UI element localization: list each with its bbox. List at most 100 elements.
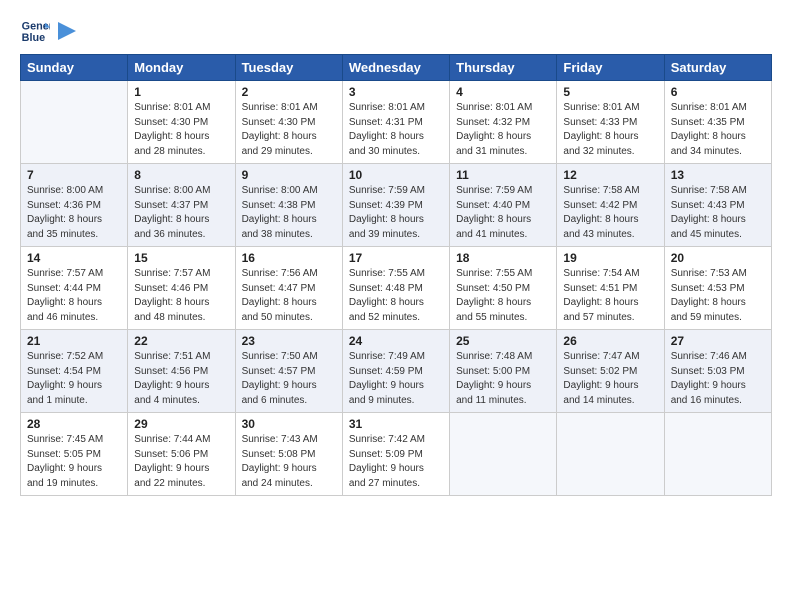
day-info: Sunrise: 7:56 AMSunset: 4:47 PMDaylight:…	[242, 267, 336, 325]
col-header-thursday: Thursday	[450, 55, 557, 81]
day-number: 26	[563, 334, 657, 348]
day-number: 25	[456, 334, 550, 348]
day-number: 17	[349, 251, 443, 265]
calendar-week-row: 7Sunrise: 8:00 AMSunset: 4:36 PMDaylight…	[21, 164, 772, 247]
calendar-cell: 27 Sunrise: 7:46 AMSunset: 5:03 PMDayligh…	[664, 330, 771, 413]
day-info: Sunrise: 7:54 AMSunset: 4:51 PMDaylight:…	[563, 267, 657, 325]
calendar-cell: 19 Sunrise: 7:54 AMSunset: 4:51 PMDayligh…	[557, 247, 664, 330]
col-header-wednesday: Wednesday	[342, 55, 449, 81]
day-info: Sunrise: 7:58 AMSunset: 4:43 PMDaylight:…	[671, 184, 765, 242]
day-number: 11	[456, 168, 550, 182]
page-header: General Blue	[20, 16, 772, 46]
day-number: 9	[242, 168, 336, 182]
calendar-header-row: SundayMondayTuesdayWednesdayThursdayFrid…	[21, 55, 772, 81]
calendar-week-row: 21 Sunrise: 7:52 AMSunset: 4:54 PMDayligh…	[21, 330, 772, 413]
day-info: Sunrise: 7:50 AMSunset: 4:57 PMDaylight:…	[242, 350, 336, 408]
day-info: Sunrise: 7:53 AMSunset: 4:53 PMDaylight:…	[671, 267, 765, 325]
calendar-cell: 6 Sunrise: 8:01 AMSunset: 4:35 PMDaylight…	[664, 81, 771, 164]
day-number: 22	[134, 334, 228, 348]
logo-icon: General Blue	[20, 16, 50, 46]
calendar-cell: 5 Sunrise: 8:01 AMSunset: 4:33 PMDaylight…	[557, 81, 664, 164]
calendar-cell: 23Sunrise: 7:50 AMSunset: 4:57 PMDayligh…	[235, 330, 342, 413]
calendar-cell: 30 Sunrise: 7:43 AMSunset: 5:08 PMDayligh…	[235, 413, 342, 496]
day-info: Sunrise: 8:01 AMSunset: 4:35 PMDaylight:…	[671, 101, 765, 159]
calendar-cell: 22 Sunrise: 7:51 AMSunset: 4:56 PMDayligh…	[128, 330, 235, 413]
day-info: Sunrise: 7:49 AMSunset: 4:59 PMDaylight:…	[349, 350, 443, 408]
day-number: 15	[134, 251, 228, 265]
calendar-week-row: 28Sunrise: 7:45 AMSunset: 5:05 PMDayligh…	[21, 413, 772, 496]
day-info: Sunrise: 7:55 AMSunset: 4:50 PMDaylight:…	[456, 267, 550, 325]
calendar-cell	[557, 413, 664, 496]
day-number: 21	[27, 334, 121, 348]
calendar-cell: 28Sunrise: 7:45 AMSunset: 5:05 PMDayligh…	[21, 413, 128, 496]
day-info: Sunrise: 7:46 AMSunset: 5:03 PMDaylight:…	[671, 350, 765, 408]
calendar-week-row: 1 Sunrise: 8:01 AMSunset: 4:30 PMDaylight…	[21, 81, 772, 164]
day-info: Sunrise: 8:00 AMSunset: 4:38 PMDaylight:…	[242, 184, 336, 242]
calendar-cell: 15 Sunrise: 7:57 AMSunset: 4:46 PMDayligh…	[128, 247, 235, 330]
day-number: 16	[242, 251, 336, 265]
day-number: 10	[349, 168, 443, 182]
col-header-friday: Friday	[557, 55, 664, 81]
day-number: 4	[456, 85, 550, 99]
day-info: Sunrise: 7:45 AMSunset: 5:05 PMDaylight:…	[27, 433, 121, 491]
calendar-cell: 25 Sunrise: 7:48 AMSunset: 5:00 PMDayligh…	[450, 330, 557, 413]
day-number: 6	[671, 85, 765, 99]
day-info: Sunrise: 7:58 AMSunset: 4:42 PMDaylight:…	[563, 184, 657, 242]
calendar-cell: 26 Sunrise: 7:47 AMSunset: 5:02 PMDayligh…	[557, 330, 664, 413]
calendar-cell: 4 Sunrise: 8:01 AMSunset: 4:32 PMDaylight…	[450, 81, 557, 164]
calendar-cell	[664, 413, 771, 496]
calendar-week-row: 14 Sunrise: 7:57 AMSunset: 4:44 PMDayligh…	[21, 247, 772, 330]
calendar-cell: 20 Sunrise: 7:53 AMSunset: 4:53 PMDayligh…	[664, 247, 771, 330]
day-info: Sunrise: 7:51 AMSunset: 4:56 PMDaylight:…	[134, 350, 228, 408]
calendar-cell: 1 Sunrise: 8:01 AMSunset: 4:30 PMDaylight…	[128, 81, 235, 164]
day-info: Sunrise: 7:44 AMSunset: 5:06 PMDaylight:…	[134, 433, 228, 491]
day-number: 5	[563, 85, 657, 99]
day-number: 20	[671, 251, 765, 265]
calendar-cell: 7Sunrise: 8:00 AMSunset: 4:36 PMDaylight…	[21, 164, 128, 247]
calendar-cell	[450, 413, 557, 496]
day-number: 12	[563, 168, 657, 182]
day-info: Sunrise: 8:01 AMSunset: 4:32 PMDaylight:…	[456, 101, 550, 159]
calendar-cell: 31Sunrise: 7:42 AMSunset: 5:09 PMDayligh…	[342, 413, 449, 496]
day-number: 19	[563, 251, 657, 265]
calendar-cell: 13 Sunrise: 7:58 AMSunset: 4:43 PMDayligh…	[664, 164, 771, 247]
day-info: Sunrise: 8:00 AMSunset: 4:37 PMDaylight:…	[134, 184, 228, 242]
calendar-cell: 10 Sunrise: 7:59 AMSunset: 4:39 PMDayligh…	[342, 164, 449, 247]
day-info: Sunrise: 7:57 AMSunset: 4:44 PMDaylight:…	[27, 267, 121, 325]
calendar-cell: 18 Sunrise: 7:55 AMSunset: 4:50 PMDayligh…	[450, 247, 557, 330]
day-info: Sunrise: 8:01 AMSunset: 4:30 PMDaylight:…	[242, 101, 336, 159]
day-number: 13	[671, 168, 765, 182]
day-number: 3	[349, 85, 443, 99]
svg-text:Blue: Blue	[22, 32, 45, 44]
col-header-saturday: Saturday	[664, 55, 771, 81]
day-info: Sunrise: 8:01 AMSunset: 4:30 PMDaylight:…	[134, 101, 228, 159]
day-info: Sunrise: 7:43 AMSunset: 5:08 PMDaylight:…	[242, 433, 336, 491]
day-number: 1	[134, 85, 228, 99]
calendar-cell: 8 Sunrise: 8:00 AMSunset: 4:37 PMDaylight…	[128, 164, 235, 247]
day-number: 14	[27, 251, 121, 265]
day-number: 8	[134, 168, 228, 182]
day-info: Sunrise: 7:59 AMSunset: 4:39 PMDaylight:…	[349, 184, 443, 242]
day-info: Sunrise: 7:47 AMSunset: 5:02 PMDaylight:…	[563, 350, 657, 408]
calendar-table: SundayMondayTuesdayWednesdayThursdayFrid…	[20, 54, 772, 496]
calendar-cell: 29 Sunrise: 7:44 AMSunset: 5:06 PMDayligh…	[128, 413, 235, 496]
day-number: 29	[134, 417, 228, 431]
day-number: 27	[671, 334, 765, 348]
day-number: 2	[242, 85, 336, 99]
day-info: Sunrise: 8:01 AMSunset: 4:33 PMDaylight:…	[563, 101, 657, 159]
calendar-cell: 14 Sunrise: 7:57 AMSunset: 4:44 PMDayligh…	[21, 247, 128, 330]
day-info: Sunrise: 7:52 AMSunset: 4:54 PMDaylight:…	[27, 350, 121, 408]
day-info: Sunrise: 7:57 AMSunset: 4:46 PMDaylight:…	[134, 267, 228, 325]
calendar-cell: 9 Sunrise: 8:00 AMSunset: 4:38 PMDaylight…	[235, 164, 342, 247]
calendar-cell: 12 Sunrise: 7:58 AMSunset: 4:42 PMDayligh…	[557, 164, 664, 247]
day-number: 24	[349, 334, 443, 348]
col-header-tuesday: Tuesday	[235, 55, 342, 81]
day-info: Sunrise: 7:48 AMSunset: 5:00 PMDaylight:…	[456, 350, 550, 408]
day-number: 18	[456, 251, 550, 265]
day-number: 30	[242, 417, 336, 431]
calendar-cell	[21, 81, 128, 164]
day-info: Sunrise: 7:59 AMSunset: 4:40 PMDaylight:…	[456, 184, 550, 242]
page-container: General Blue SundayMondayTuesdayWednesda…	[0, 0, 792, 612]
calendar-cell: 3Sunrise: 8:01 AMSunset: 4:31 PMDaylight…	[342, 81, 449, 164]
day-info: Sunrise: 7:42 AMSunset: 5:09 PMDaylight:…	[349, 433, 443, 491]
